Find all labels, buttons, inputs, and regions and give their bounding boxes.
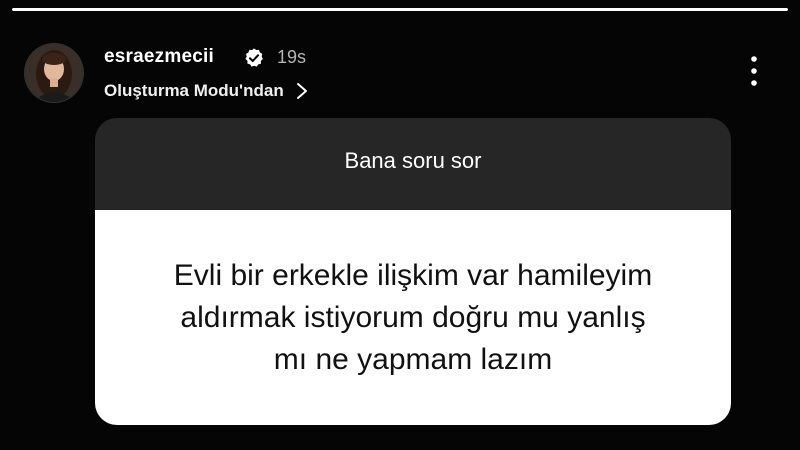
- verified-badge-icon: [245, 48, 263, 67]
- question-sticker-header: Bana soru sor: [95, 118, 731, 210]
- question-line: mı ne yapmam lazım: [273, 342, 553, 376]
- chevron-right-icon: [296, 83, 307, 99]
- question-text: Evli bir erkekle ilişkim var hamileyim a…: [174, 255, 652, 381]
- creation-mode-label: Oluşturma Modu'ndan: [104, 81, 284, 100]
- story-screen: esraezmecii 19s Oluşturma Modu'ndan Bana…: [0, 0, 800, 450]
- question-sticker[interactable]: Bana soru sor Evli bir erkekle ilişkim v…: [95, 118, 731, 425]
- question-sticker-title: Bana soru sor: [344, 148, 482, 173]
- avatar[interactable]: [25, 44, 83, 102]
- story-progress-bar: [12, 8, 788, 11]
- story-progress-fill: [12, 8, 788, 11]
- creation-mode-link[interactable]: Oluşturma Modu'ndan: [104, 80, 308, 102]
- story-timestamp: 19s: [277, 47, 307, 67]
- question-line: aldırmak istiyorum doğru mu yanlış: [180, 300, 646, 334]
- username[interactable]: esraezmecii: [104, 46, 214, 68]
- question-line: Evli bir erkekle ilişkim var hamileyim: [173, 258, 653, 292]
- question-sticker-body: Evli bir erkekle ilişkim var hamileyim a…: [95, 210, 731, 425]
- more-options-icon[interactable]: [744, 54, 764, 88]
